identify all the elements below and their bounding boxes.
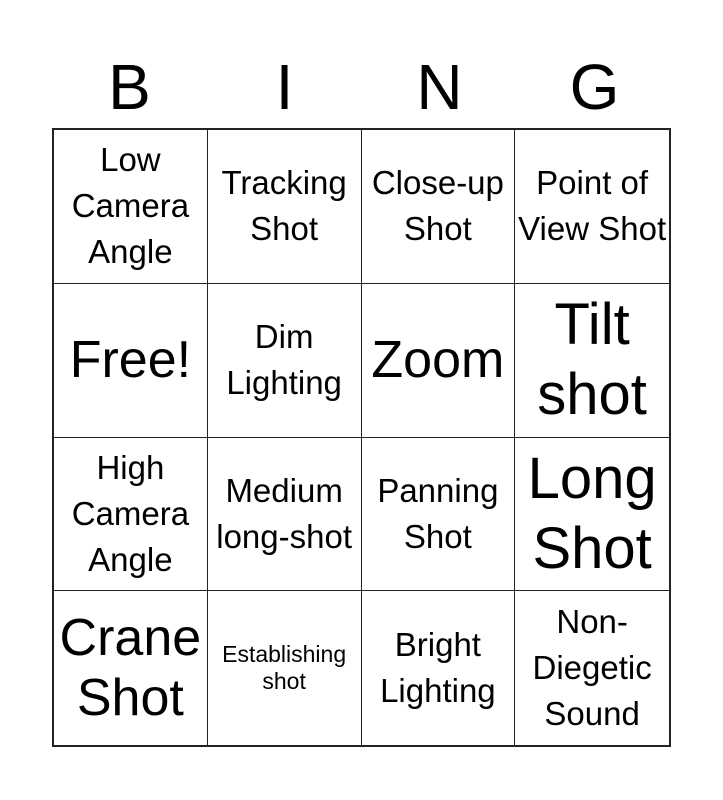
header-letter-g: G bbox=[569, 51, 620, 123]
bingo-cell[interactable]: Bright Lighting bbox=[362, 591, 516, 745]
header-letter-i: I bbox=[275, 51, 294, 123]
bingo-cell[interactable]: Low Camera Angle bbox=[54, 130, 208, 284]
bingo-cell[interactable]: High Camera Angle bbox=[54, 437, 208, 592]
cell-label: Bright Lighting bbox=[380, 626, 496, 710]
bingo-cell[interactable]: Zoom bbox=[361, 283, 516, 438]
bingo-grid: Low Camera Angle Tracking Shot Close-up … bbox=[52, 128, 671, 747]
cell-label: Close-up Shot bbox=[371, 164, 504, 248]
cell-label: Long Shot bbox=[527, 445, 657, 581]
bingo-cell[interactable]: Non-Diegetic Sound bbox=[515, 591, 669, 745]
cell-label: Establishing shot bbox=[222, 641, 347, 695]
header-letter-b: B bbox=[108, 51, 151, 123]
cell-label: Zoom bbox=[371, 331, 505, 390]
cell-label: Low Camera Angle bbox=[71, 141, 190, 271]
cell-label: Point of View Shot bbox=[518, 164, 667, 248]
bingo-cell[interactable]: Point of View Shot bbox=[515, 130, 669, 284]
bingo-cell[interactable]: Panning Shot bbox=[361, 437, 516, 592]
cell-label: Dim Lighting bbox=[226, 318, 342, 402]
bingo-header: B I N G bbox=[52, 52, 672, 122]
cell-label: Panning Shot bbox=[377, 471, 499, 555]
cell-label: Free! bbox=[69, 331, 192, 390]
bingo-cell-free[interactable]: Free! bbox=[54, 283, 208, 438]
bingo-cell[interactable]: Crane Shot bbox=[54, 591, 208, 745]
bingo-cell[interactable]: Medium long-shot bbox=[207, 437, 362, 592]
bingo-cell[interactable]: Tracking Shot bbox=[207, 130, 362, 284]
bingo-cell[interactable]: Long Shot bbox=[515, 438, 669, 592]
bingo-cell[interactable]: Dim Lighting bbox=[207, 283, 362, 438]
cell-label: Medium long-shot bbox=[216, 471, 352, 555]
cell-label: Tilt shot bbox=[537, 292, 647, 428]
bingo-cell[interactable]: Establishing shot bbox=[208, 591, 362, 745]
cell-label: Tracking Shot bbox=[221, 164, 347, 248]
cell-label: Non-Diegetic Sound bbox=[532, 603, 652, 733]
bingo-cell[interactable]: Tilt shot bbox=[515, 284, 669, 438]
bingo-cell[interactable]: Close-up Shot bbox=[361, 130, 516, 284]
cell-label: High Camera Angle bbox=[71, 448, 190, 578]
cell-label: Crane Shot bbox=[59, 609, 202, 728]
header-letter-n: N bbox=[416, 51, 463, 123]
